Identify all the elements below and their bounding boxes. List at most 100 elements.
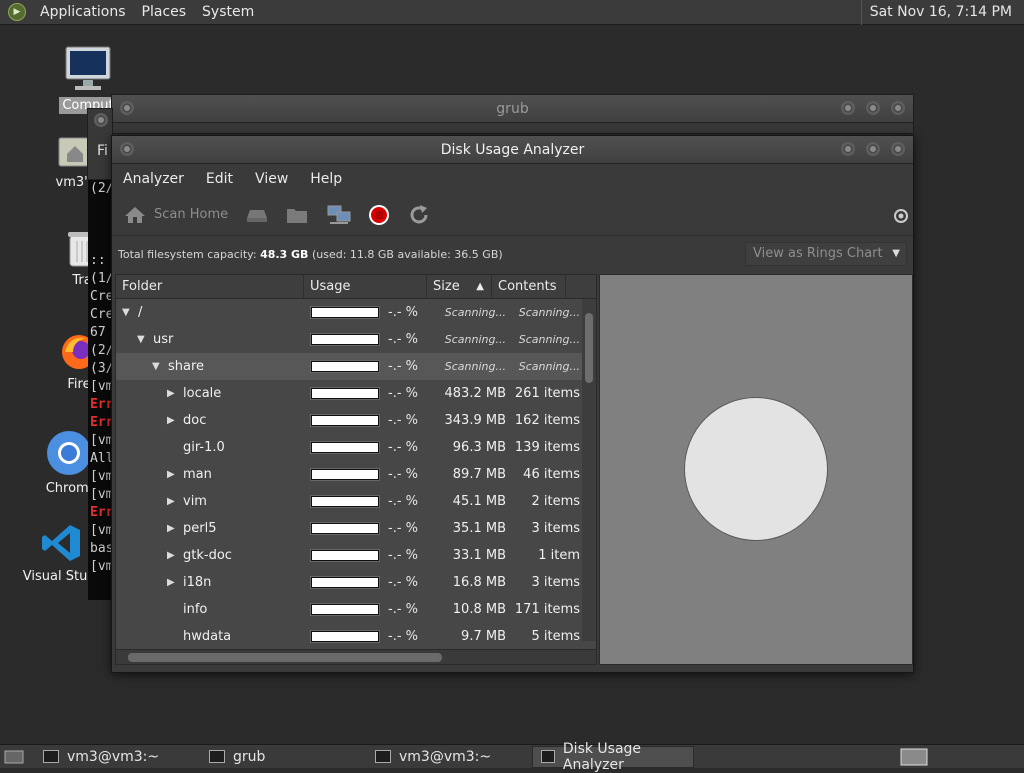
grub-window[interactable]: grub [111,94,914,134]
taskbar-button[interactable]: vm3@vm3:~ [34,746,196,768]
rescan-button[interactable] [408,204,430,226]
taskbar-button-label: grub [233,748,266,765]
menu-view[interactable]: View [244,171,299,187]
files-window[interactable]: Fi [87,108,113,180]
tree-row[interactable]: ▶ vim -.- % 45.1 MB 2 items [116,488,596,515]
horizontal-scrollbar[interactable] [116,649,596,664]
usage-percent: -.- % [388,440,418,455]
tree-row[interactable]: ▶ man -.- % 89.7 MB 46 items [116,461,596,488]
expander-closed-icon[interactable]: ▶ [167,461,175,488]
expander-closed-icon[interactable]: ▶ [167,515,175,542]
files-menu-label[interactable]: Fi [97,143,108,159]
tree-row[interactable]: ▼ / -.- % Scanning... Scanning... [116,299,596,326]
expander-closed-icon[interactable]: ▶ [167,380,175,407]
folder-tree[interactable]: Folder Usage Size ▲ Contents ▼ / -.- % Scann… [115,274,597,665]
minimize-button[interactable] [841,142,855,156]
close-button[interactable] [891,142,905,156]
folder-size: 35.1 MB [452,521,506,536]
folder-contents: Scanning... [518,306,580,319]
tree-row[interactable]: hwdata -.- % 9.7 MB 5 items [116,623,596,650]
tree-row[interactable]: ▶ gtk-doc -.- % 33.1 MB 1 item [116,542,596,569]
usage-percent: -.- % [388,332,418,347]
tree-row[interactable]: info -.- % 10.8 MB 171 items [116,596,596,623]
column-header-size-label: Size [433,279,460,294]
window-menu-button[interactable] [120,101,134,115]
usage-percent: -.- % [388,494,418,509]
show-desktop-icon[interactable] [4,749,24,765]
window-menu-button[interactable] [94,113,108,127]
folder-name: / [138,305,143,320]
taskbar-button-label: vm3@vm3:~ [399,748,492,765]
tree-header: Folder Usage Size ▲ Contents [116,275,596,299]
tree-row[interactable]: ▶ doc -.- % 343.9 MB 162 items [116,407,596,434]
scrollbar-thumb[interactable] [585,313,593,383]
expander-closed-icon[interactable]: ▶ [167,407,175,434]
menu-edit[interactable]: Edit [195,171,244,187]
disk-usage-analyzer-window[interactable]: Disk Usage Analyzer Analyzer Edit View H… [111,135,914,673]
panel-menu-places[interactable]: Places [134,4,195,20]
minimize-button[interactable] [841,101,855,115]
scan-home-button[interactable]: Scan Home [124,205,228,225]
expander-closed-icon[interactable]: ▶ [167,542,175,569]
window-menu-button[interactable] [120,142,134,156]
scan-remote-folder-button[interactable] [326,204,352,226]
vertical-scrollbar[interactable] [582,299,596,641]
tree-rows: ▼ / -.- % Scanning... Scanning... ▼ usr -.- % Sc… [116,299,596,650]
usage-percent: -.- % [388,467,418,482]
expander-open-icon[interactable]: ▼ [122,299,130,326]
chromium-icon [47,431,91,475]
taskbar-button[interactable]: grub [200,746,362,768]
folder-size: 89.7 MB [452,467,506,482]
expander-open-icon[interactable]: ▼ [152,353,160,380]
stop-scan-button[interactable] [368,204,390,226]
expander-open-icon[interactable]: ▼ [137,326,145,353]
panel-menu-system[interactable]: System [194,4,262,20]
capacity-detail: (used: 11.8 GB available: 36.5 GB) [311,247,503,261]
taskbar-button[interactable]: Disk Usage Analyzer [532,741,694,773]
taskbar-button[interactable]: vm3@vm3:~ [366,746,528,768]
workspace-switcher-icon[interactable] [900,748,928,766]
panel-clock[interactable]: Sat Nov 16, 7:14 PM [860,0,1020,25]
capacity-value: 48.3 GB [260,247,309,261]
tree-row[interactable]: ▶ locale -.- % 483.2 MB 261 items [116,380,596,407]
tree-row[interactable]: ▶ i18n -.- % 16.8 MB 3 items [116,569,596,596]
scrollbar-thumb[interactable] [128,653,442,662]
close-button[interactable] [891,101,905,115]
folder-size: Scanning... [444,333,506,346]
menu-analyzer[interactable]: Analyzer [112,171,195,187]
expander-closed-icon[interactable]: ▶ [167,488,175,515]
menu-help[interactable]: Help [299,171,353,187]
column-header-usage[interactable]: Usage [304,275,427,299]
folder-name: gtk-doc [183,548,232,563]
maximize-button[interactable] [866,101,880,115]
usage-bar [310,441,380,454]
folder-size: 343.9 MB [444,413,506,428]
tree-row[interactable]: ▶ perl5 -.- % 35.1 MB 3 items [116,515,596,542]
folder-size: 16.8 MB [452,575,506,590]
usage-bar [310,630,380,643]
rings-chart-center-circle[interactable] [684,397,828,541]
folder-contents: 1 item [538,548,580,563]
distro-logo-icon[interactable]: ▶ [8,3,26,21]
scan-folder-button[interactable] [286,206,308,224]
column-header-size[interactable]: Size ▲ [427,275,492,299]
busy-spinner-icon [894,209,908,223]
rings-chart-pane[interactable] [599,274,913,665]
tree-row[interactable]: ▼ usr -.- % Scanning... Scanning... [116,326,596,353]
scan-filesystem-button[interactable] [246,206,268,224]
column-header-folder[interactable]: Folder [116,275,304,299]
view-select[interactable]: View as Rings Chart ▼ [745,242,907,266]
usage-bar [310,522,380,535]
panel-menu-applications[interactable]: Applications [32,4,134,20]
usage-bar [310,576,380,589]
folder-name: hwdata [183,629,232,644]
usage-bar [310,387,380,400]
sort-ascending-icon: ▲ [476,281,484,292]
maximize-button[interactable] [866,142,880,156]
tree-row[interactable]: gir-1.0 -.- % 96.3 MB 139 items [116,434,596,461]
expander-closed-icon[interactable]: ▶ [167,569,175,596]
tree-row[interactable]: ▼ share -.- % Scanning... Scanning... [116,353,596,380]
folder-contents: 139 items [514,440,580,455]
column-header-contents[interactable]: Contents [492,275,566,299]
folder-name: usr [153,332,174,347]
